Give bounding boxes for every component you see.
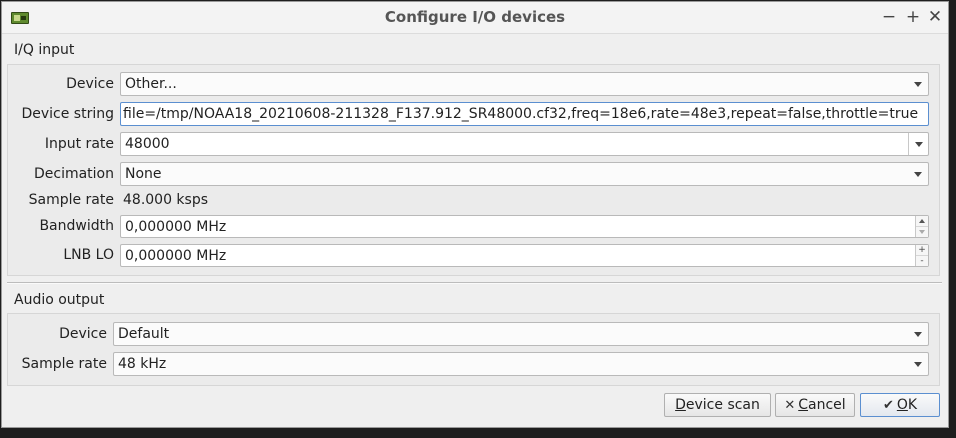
iq-device-label: Device — [66, 76, 114, 92]
x-icon: ✕ — [784, 398, 796, 413]
chevron-down-icon — [915, 142, 923, 147]
ok-button[interactable]: ✔ OK — [860, 393, 940, 417]
ok-label: K — [907, 397, 918, 413]
iq-input-heading: I/Q input — [14, 42, 75, 58]
lnb-lo-value: 0,000000 MHz — [125, 248, 227, 264]
section-divider — [7, 282, 942, 284]
ok-mnemonic: O — [896, 397, 908, 413]
decimation-label: Decimation — [33, 166, 114, 182]
device-string-label: Device string — [21, 106, 114, 122]
bandwidth-stepper — [915, 216, 928, 237]
maximize-icon[interactable]: + — [902, 5, 924, 29]
iq-device-combo[interactable]: Other... — [120, 72, 929, 96]
bandwidth-spinbox[interactable]: 0,000000 MHz — [120, 215, 929, 238]
minus-icon[interactable]: - — [916, 256, 928, 266]
decimation-combo[interactable]: None — [120, 162, 929, 186]
input-rate-dropdown-button[interactable] — [908, 133, 928, 155]
minimize-icon[interactable]: − — [878, 5, 900, 29]
decimation-value: None — [125, 166, 162, 182]
device-string-value: file=/tmp/NOAA18_20210608-211328_F137.91… — [123, 106, 919, 122]
device-scan-label: evice scan — [685, 397, 760, 413]
cancel-button[interactable]: ✕ Cancel — [775, 393, 855, 417]
spin-down-button[interactable] — [916, 227, 928, 237]
chevron-down-icon — [914, 362, 922, 367]
input-rate-value: 48000 — [125, 136, 170, 152]
bandwidth-value: 0,000000 MHz — [125, 219, 227, 235]
window-title: Configure I/O devices — [384, 8, 566, 26]
audio-device-label: Device — [59, 326, 107, 342]
lnb-lo-stepper: + - — [915, 245, 928, 266]
input-rate-label: Input rate — [44, 136, 114, 152]
chevron-down-icon — [914, 82, 922, 87]
cancel-label: ancel — [808, 397, 846, 413]
arrow-up-icon — [919, 219, 925, 223]
device-scan-button[interactable]: Device scan — [664, 393, 771, 417]
bandwidth-label: Bandwidth — [39, 218, 114, 234]
iq-device-value: Other... — [125, 76, 177, 92]
lnb-lo-label: LNB LO — [63, 247, 114, 263]
audio-device-combo[interactable]: Default — [113, 322, 929, 346]
device-string-input[interactable]: file=/tmp/NOAA18_20210608-211328_F137.91… — [120, 102, 929, 126]
iq-sample-rate-label: Sample rate — [28, 192, 114, 208]
lnb-lo-spinbox[interactable]: 0,000000 MHz + - — [120, 244, 929, 267]
audio-sample-rate-combo[interactable]: 48 kHz — [113, 352, 929, 376]
chevron-down-icon — [914, 332, 922, 337]
title-bar[interactable]: Configure I/O devices − + ✕ — [2, 2, 948, 34]
arrow-down-icon — [919, 230, 925, 234]
checkmark-icon: ✔ — [882, 398, 894, 413]
audio-output-heading: Audio output — [14, 292, 105, 308]
iq-sample-rate-value: 48.000 ksps — [123, 192, 209, 208]
input-rate-combo[interactable]: 48000 — [120, 132, 929, 156]
spin-up-button[interactable] — [916, 216, 928, 227]
audio-sample-rate-label: Sample rate — [21, 356, 107, 372]
audio-sample-rate-value: 48 kHz — [118, 356, 167, 372]
audio-device-value: Default — [118, 326, 170, 342]
close-icon[interactable]: ✕ — [924, 5, 946, 29]
device-scan-mnemonic: D — [675, 397, 686, 413]
chevron-down-icon — [914, 172, 922, 177]
cancel-mnemonic: C — [798, 397, 809, 413]
configure-io-dialog: Configure I/O devices − + ✕ I/Q input De… — [1, 1, 949, 428]
plus-icon[interactable]: + — [916, 245, 928, 256]
